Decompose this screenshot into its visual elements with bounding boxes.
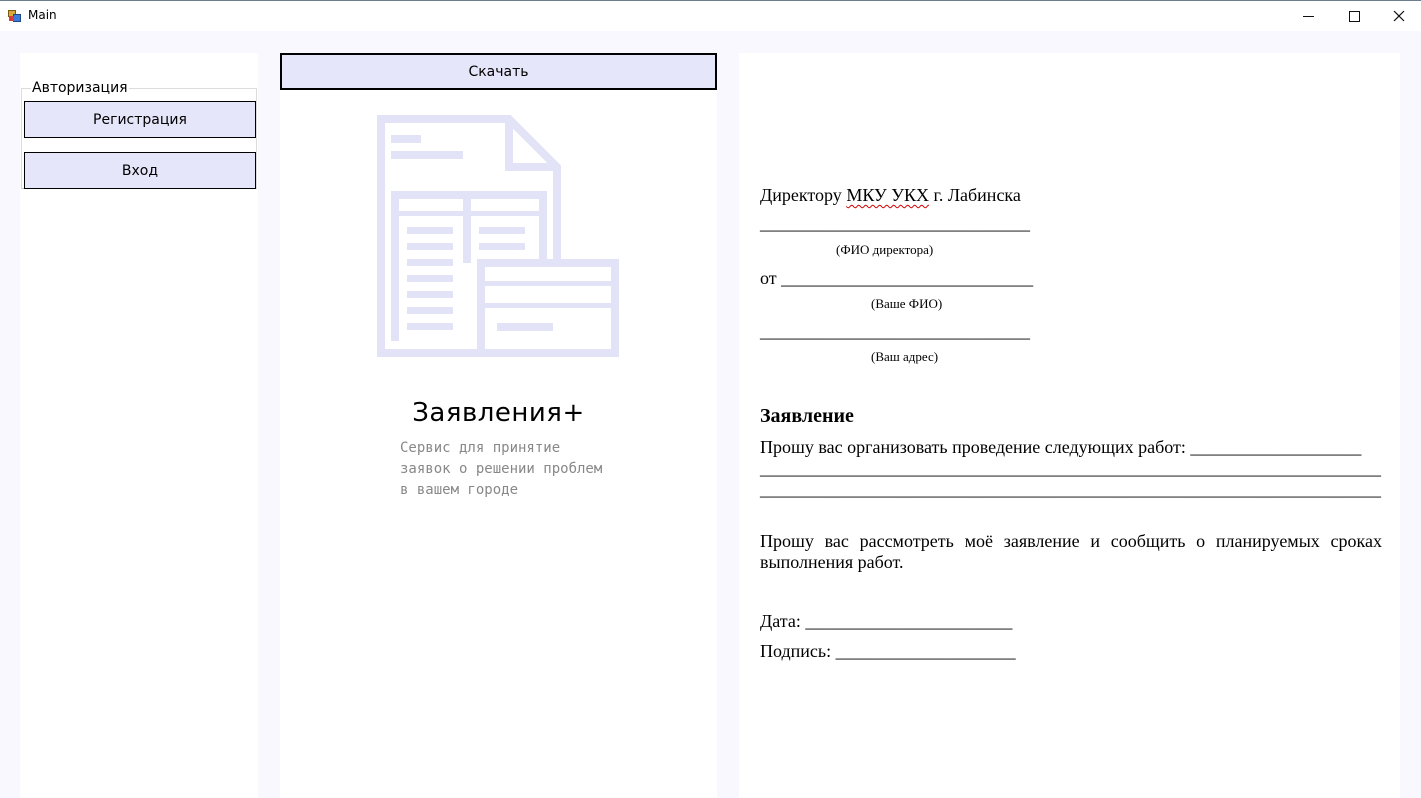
window-title: Main — [28, 8, 57, 22]
close-button[interactable] — [1376, 1, 1421, 31]
date-line: Дата: _______________________ — [760, 611, 1013, 631]
maximize-button[interactable] — [1331, 1, 1377, 31]
request-line-1: Прошу вас организовать проведение следую… — [760, 437, 1362, 457]
addressee-line: Директору МКУ УКХ г. Лабинска — [760, 185, 1021, 206]
login-button[interactable]: Вход — [24, 152, 256, 189]
close-icon — [1393, 10, 1405, 22]
address-blank: ______________________________ — [760, 321, 1030, 341]
minimize-button[interactable] — [1285, 1, 1331, 31]
name-hint: (Ваше ФИО) — [871, 296, 943, 311]
auth-panel: Авторизация Регистрация Вход — [20, 53, 258, 798]
from-line: от ____________________________ — [760, 268, 1034, 288]
brand-description: Сервис для принятие заявок о решении про… — [400, 440, 603, 498]
download-button[interactable]: Скачать — [280, 53, 717, 90]
application-heading: Заявление — [760, 405, 854, 427]
title-bar: Main — [0, 0, 1421, 31]
address-hint: (Ваш адрес) — [871, 349, 939, 364]
app-form-icon — [8, 10, 21, 22]
brand-title: Заявления+ — [412, 398, 585, 428]
register-button[interactable]: Регистрация — [24, 101, 256, 138]
auth-groupbox: Авторизация Регистрация Вход — [21, 80, 257, 189]
consider-paragraph: Прошу вас рассмотреть моё заявление и со… — [760, 531, 1382, 572]
request-line-3: ________________________________________… — [760, 479, 1381, 499]
signature-line: Подпись: ____________________ — [760, 641, 1016, 661]
addressee-prefix: Директору — [760, 185, 847, 205]
auth-group-title: Авторизация — [31, 80, 129, 96]
main-panel: Скачать Заявления+ Сервис для принятие з… — [280, 53, 717, 798]
request-line-2: ________________________________________… — [760, 458, 1381, 478]
minimize-icon — [1302, 15, 1314, 17]
application-document: Директору МКУ УКХ г. Лабинска __________… — [739, 53, 1400, 798]
addressee-suffix: г. Лабинска — [928, 185, 1021, 205]
addressee-org: МКУ УКХ — [846, 185, 929, 205]
director-blank: ______________________________ — [760, 213, 1030, 233]
director-hint: (ФИО директора) — [836, 242, 934, 257]
document-icon — [377, 115, 619, 357]
maximize-icon — [1348, 10, 1360, 22]
